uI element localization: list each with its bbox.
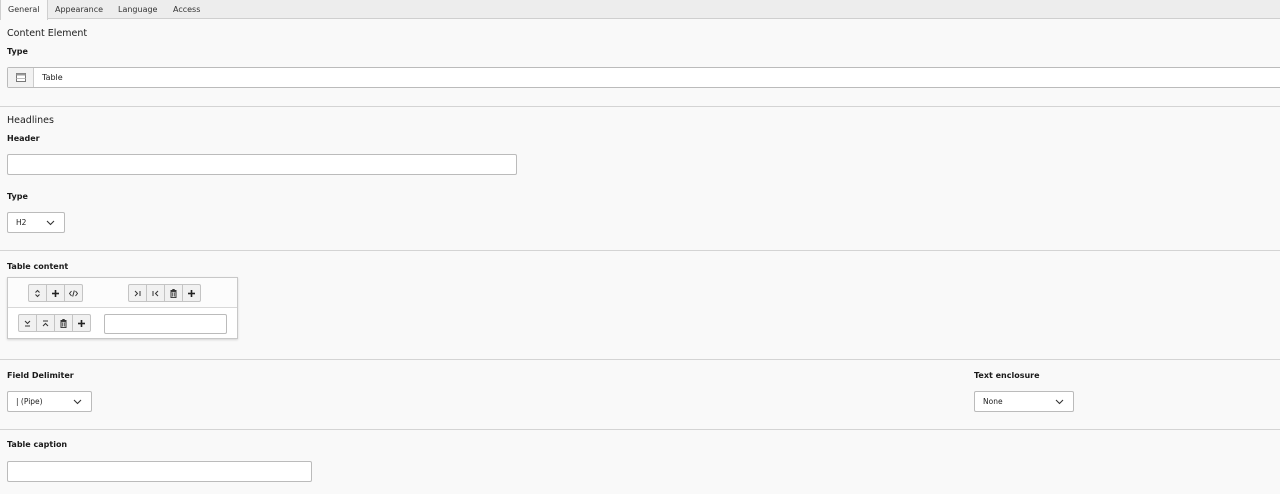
move-column-icon[interactable] [28, 284, 47, 302]
field-delimiter-value: | (Pipe) [16, 397, 43, 406]
divider [0, 359, 1280, 360]
tab-access[interactable]: Access [166, 0, 207, 19]
text-enclosure-label: Text enclosure [974, 371, 1040, 380]
column-end-controls-group [128, 284, 201, 302]
chevron-down-icon [73, 399, 82, 405]
divider [0, 429, 1280, 430]
field-delimiter-select[interactable]: | (Pipe) [7, 391, 92, 412]
column-controls-group [28, 284, 83, 302]
section-title-content-element: Content Element [7, 28, 88, 39]
code-toggle-icon[interactable] [64, 284, 83, 302]
tab-bar: General Appearance Language Access [0, 0, 1280, 20]
table-caption-label: Table caption [7, 440, 68, 449]
tab-general[interactable]: General [0, 0, 48, 20]
move-up-icon[interactable] [36, 314, 55, 332]
table-caption-input[interactable] [7, 461, 312, 482]
add-column-icon[interactable] [46, 284, 65, 302]
delete-column-icon[interactable] [164, 284, 183, 302]
move-down-icon[interactable] [18, 314, 37, 332]
text-enclosure-select[interactable]: None [974, 391, 1074, 412]
table-content-label: Table content [7, 262, 69, 271]
tab-language[interactable]: Language [111, 0, 164, 19]
content-type-field[interactable]: Table [7, 67, 1280, 88]
move-to-start-icon[interactable] [146, 284, 165, 302]
chevron-down-icon [46, 220, 55, 226]
row-controls-group [18, 314, 91, 332]
delete-row-icon[interactable] [54, 314, 73, 332]
content-type-value: Table [42, 73, 63, 82]
header-type-select[interactable]: H2 [7, 212, 65, 233]
divider [0, 106, 1280, 107]
header-input[interactable] [7, 154, 517, 175]
divider [0, 250, 1280, 251]
header-label: Header [7, 134, 40, 143]
add-column-end-icon[interactable] [182, 284, 201, 302]
tab-appearance[interactable]: Appearance [48, 0, 110, 19]
move-to-end-icon[interactable] [128, 284, 147, 302]
header-type-value: H2 [16, 218, 27, 227]
type-label: Type [7, 47, 28, 56]
text-enclosure-value: None [983, 397, 1003, 406]
table-icon [16, 73, 26, 82]
table-wizard-header-row [8, 278, 237, 308]
add-row-icon[interactable] [72, 314, 91, 332]
field-delimiter-label: Field Delimiter [7, 371, 74, 380]
type-icon-box [8, 68, 34, 87]
section-title-headlines: Headlines [7, 115, 54, 126]
table-cell-input[interactable] [104, 314, 227, 334]
header-type-label: Type [7, 192, 28, 201]
table-wizard [7, 277, 238, 339]
chevron-down-icon [1055, 399, 1064, 405]
